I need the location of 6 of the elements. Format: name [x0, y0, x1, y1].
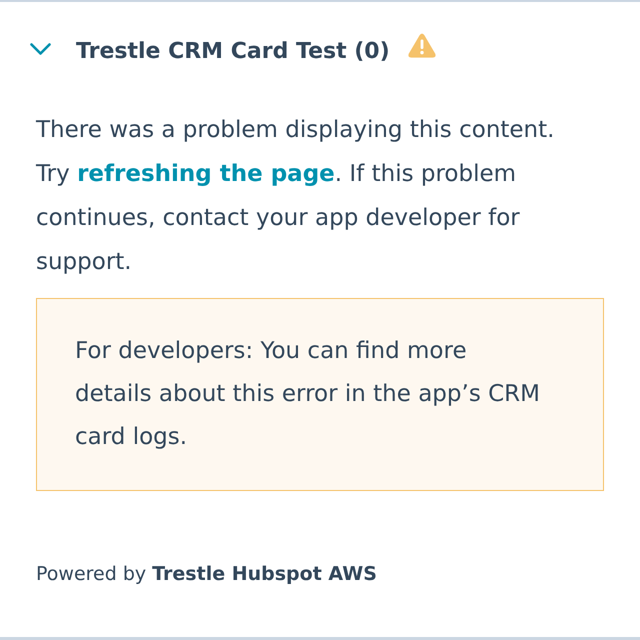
- powered-by-text: Powered by Trestle Hubspot AWS: [36, 562, 378, 587]
- developer-note-text: For developers: You can find more details about this error in the app’s CRM card logs.: [75, 337, 541, 452]
- warning-icon: [408, 32, 436, 58]
- error-message: There was a problem displaying this content. Try refreshing the page. If this problem continues, contact your app developer for support.: [36, 116, 556, 277]
- refresh-page-link[interactable]: refreshing the page: [77, 161, 335, 187]
- card-header-toggle[interactable]: Trestle CRM Card Test (0): [30, 36, 390, 68]
